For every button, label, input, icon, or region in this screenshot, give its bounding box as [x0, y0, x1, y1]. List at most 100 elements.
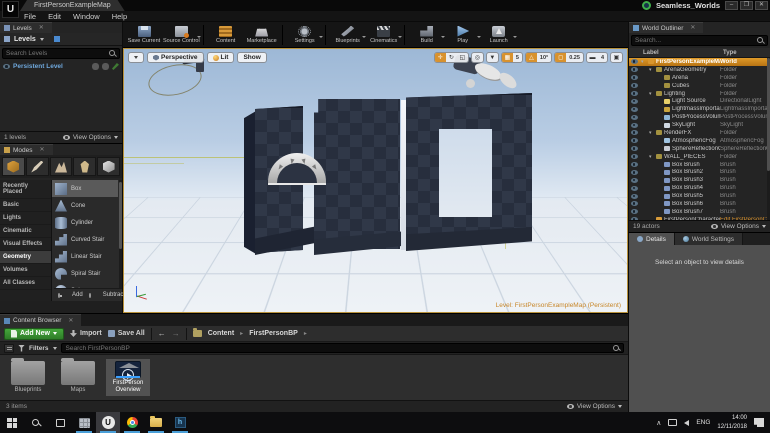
outliner-row[interactable]: ▾ SkyLight SkyLight	[629, 121, 767, 129]
outliner-search-input[interactable]	[632, 37, 757, 44]
modes-tab[interactable]: Modes ✕	[0, 144, 53, 155]
geometry-item[interactable]: Linear Stair	[52, 248, 118, 265]
outliner-row[interactable]: ▾ Box Brush6 Brush	[629, 200, 767, 208]
outliner-row[interactable]: ▾ LightmassImportanceVolume LightmassImp…	[629, 105, 767, 113]
mode-foliage-button[interactable]	[73, 157, 96, 176]
toolbar-button[interactable]: Save Current	[127, 23, 161, 47]
content-search-input[interactable]	[62, 345, 613, 352]
visibility-eye-icon[interactable]	[631, 178, 638, 183]
outliner-row[interactable]: ▾ Box Brush4 Brush	[629, 184, 767, 192]
show-button[interactable]: Show	[237, 52, 266, 63]
scale-snap-toggle[interactable]: ◻	[555, 52, 566, 63]
add-new-button[interactable]: Add New	[4, 328, 64, 340]
details-tab[interactable]: Details	[629, 233, 675, 245]
outliner-row[interactable]: ▾ Box Brush2 Brush	[629, 168, 767, 176]
notification-center-icon[interactable]	[754, 418, 764, 427]
toolbar-button[interactable]: Content	[209, 23, 243, 47]
breadcrumb-content[interactable]: Content	[208, 330, 234, 337]
grid-snap-toggle[interactable]: ▦	[502, 52, 513, 63]
outliner-row[interactable]: ▾ RenderFX Folder	[629, 129, 767, 137]
visibility-eye-icon[interactable]	[3, 64, 10, 69]
menu-item[interactable]: Window	[73, 12, 100, 21]
outliner-row[interactable]: ▾ Box Brush Brush	[629, 161, 767, 169]
visibility-eye-icon[interactable]	[631, 130, 638, 135]
outliner-view-options[interactable]: View Options	[711, 223, 766, 230]
perspective-button[interactable]: Perspective	[147, 52, 204, 63]
world-outliner-tab[interactable]: World Outliner ✕	[629, 22, 703, 33]
mode-category[interactable]: Geometry	[0, 251, 51, 264]
visibility-eye-icon[interactable]	[631, 75, 638, 80]
label-column-header[interactable]: Label	[629, 50, 723, 56]
content-view-options[interactable]: View Options	[567, 403, 622, 410]
mode-category[interactable]: Volumes	[0, 264, 51, 277]
content-browser-tab[interactable]: Content Browser ✕	[0, 314, 81, 326]
levels-tab[interactable]: Levels ✕	[0, 22, 52, 33]
visibility-eye-icon[interactable]	[631, 170, 638, 175]
translate-tool-button[interactable]: ✛	[435, 52, 446, 63]
menu-item[interactable]: Edit	[48, 12, 61, 21]
taskbar-file-explorer[interactable]	[144, 412, 168, 433]
visibility-eye-icon[interactable]	[631, 91, 638, 96]
sources-panel-toggle[interactable]	[4, 344, 14, 353]
visibility-eye-icon[interactable]	[631, 99, 638, 104]
outliner-row[interactable]: ▾ Box Brush5 Brush	[629, 192, 767, 200]
close-button[interactable]: ✕	[755, 1, 768, 10]
subtract-radio[interactable]	[89, 293, 91, 298]
surface-snap-button[interactable]: ▼	[487, 52, 498, 63]
visibility-eye-icon[interactable]	[631, 209, 638, 214]
close-tab-icon[interactable]: ✕	[39, 23, 44, 34]
levels-search[interactable]	[2, 48, 120, 59]
maximize-viewport-button[interactable]: ▣	[611, 52, 622, 63]
map-tab[interactable]: FirstPersonExampleMap	[20, 0, 125, 11]
close-tab-icon[interactable]: ✕	[68, 315, 73, 327]
scale-snap-value[interactable]: 0.25	[566, 55, 583, 61]
geometry-item[interactable]: Spiral Stair	[52, 265, 118, 282]
close-tab-icon[interactable]: ✕	[40, 145, 45, 156]
rotate-tool-button[interactable]: ↻	[446, 52, 457, 63]
lit-button[interactable]: Lit	[207, 52, 235, 63]
clock[interactable]: 14:00 12/11/2018	[717, 414, 747, 430]
geometry-item[interactable]: Box	[52, 180, 118, 197]
visibility-eye-icon[interactable]	[631, 115, 638, 120]
mode-category[interactable]: All Classes	[0, 277, 51, 290]
import-button[interactable]: Import	[70, 330, 102, 337]
toolbar-button[interactable]: Settings	[288, 23, 322, 47]
mode-geometry-button[interactable]	[97, 157, 120, 176]
menu-item[interactable]: Help	[112, 12, 127, 21]
mode-category[interactable]: Lights	[0, 212, 51, 225]
expander-arrow-icon[interactable]: ▾	[649, 67, 654, 73]
visibility-eye-icon[interactable]	[631, 162, 638, 167]
rotation-snap-toggle[interactable]: △	[526, 52, 537, 63]
outliner-row[interactable]: ▾ FirstPersonExampleMap (Editor) World	[629, 58, 767, 66]
levels-world-icon[interactable]	[54, 36, 60, 42]
back-button[interactable]: ←	[158, 329, 166, 339]
outliner-row[interactable]: ▾ Box Brush7 Brush	[629, 208, 767, 216]
mode-paint-button[interactable]	[26, 157, 49, 176]
toolbar-button[interactable]: Blueprints	[331, 23, 365, 47]
viewport-3d[interactable]: Perspective Lit Show ✛ ↻ ◱ ◎ ▼ ▦ 5 △ 10°…	[123, 48, 628, 313]
chevron-down-icon[interactable]	[513, 36, 517, 38]
asset-tile[interactable]: FirstPerson Overview	[106, 359, 150, 396]
chevron-down-icon[interactable]	[441, 36, 445, 38]
visibility-eye-icon[interactable]	[631, 107, 638, 112]
forward-button[interactable]: →	[172, 329, 180, 339]
minimize-button[interactable]: –	[725, 1, 738, 10]
visibility-eye-icon[interactable]	[631, 194, 638, 199]
scale-tool-button[interactable]: ◱	[457, 52, 468, 63]
world-settings-tab[interactable]: World Settings	[675, 233, 743, 245]
add-radio[interactable]	[58, 293, 60, 298]
visibility-eye-icon[interactable]	[631, 67, 638, 72]
network-icon[interactable]	[668, 419, 677, 426]
visibility-eye-icon[interactable]	[631, 201, 638, 206]
close-tab-icon[interactable]: ✕	[690, 23, 695, 34]
geometry-item[interactable]: Curved Stair	[52, 231, 118, 248]
mode-category[interactable]: Basic	[0, 199, 51, 212]
world-local-toggle[interactable]: ◎	[472, 52, 483, 63]
taskbar-search-button[interactable]	[24, 412, 48, 433]
rotation-snap-value[interactable]: 10°	[537, 55, 551, 61]
camera-speed-button[interactable]: ▬	[587, 52, 598, 63]
asset-tile[interactable]: Blueprints	[6, 359, 50, 396]
tray-expand-chevron[interactable]: ∧	[656, 419, 661, 427]
geometry-item[interactable]: Cylinder	[52, 214, 118, 231]
chevron-down-icon[interactable]	[398, 36, 402, 38]
